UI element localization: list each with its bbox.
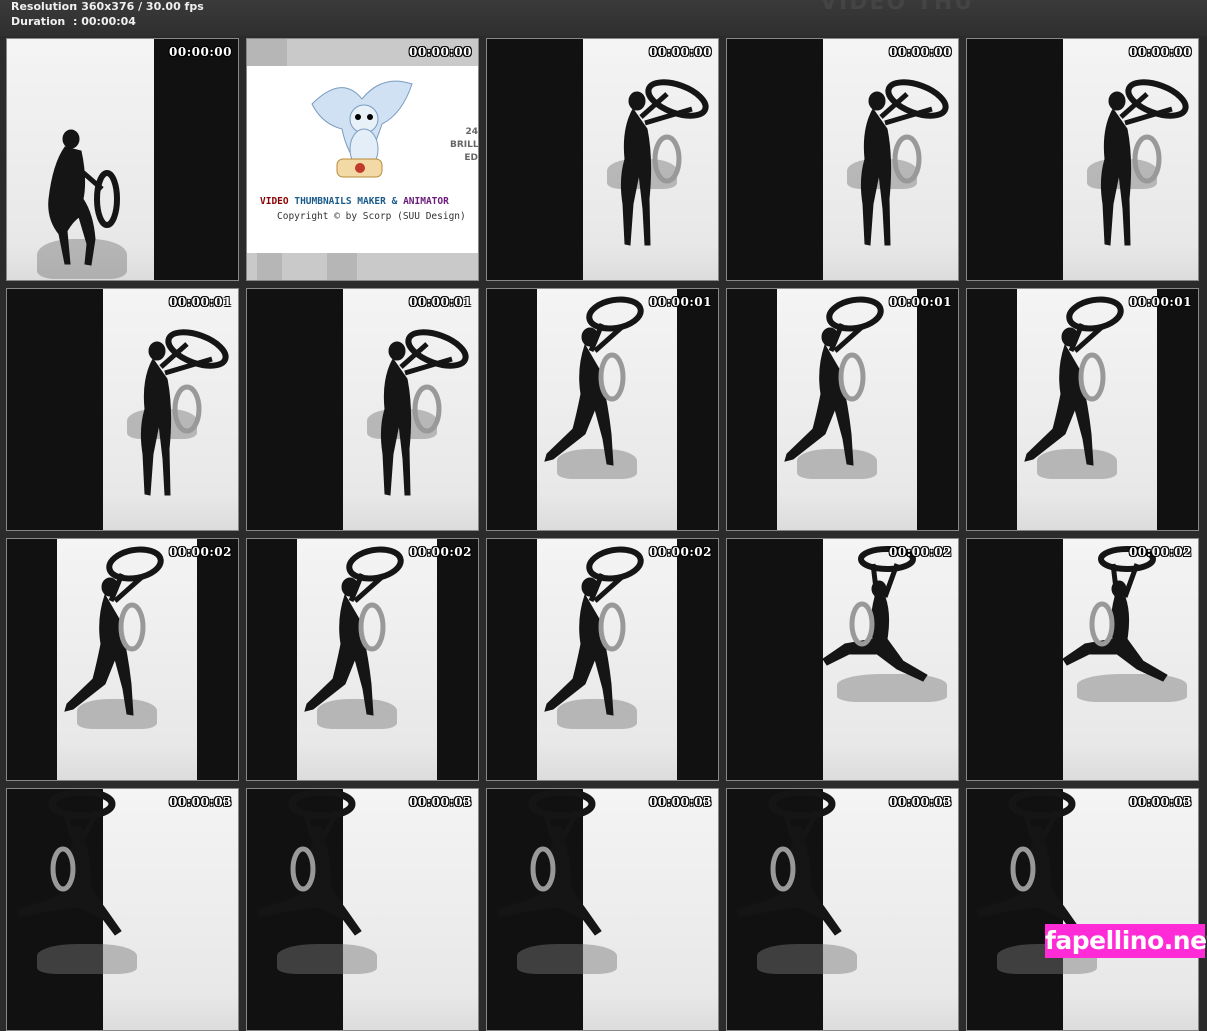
timestamp: 00:00:03 [1129,795,1192,809]
video-thumbnail: 00:00:02 [726,538,959,781]
figure-silhouette [256,789,362,936]
timestamp: 00:00:03 [649,795,712,809]
deco-tile [327,253,357,280]
figure-silhouette [496,789,602,936]
promo-thumbnail: 24 BRILL ED VIDEO THUMBNAILS MAKER & ANIMA… [246,38,479,281]
video-thumbnail: 00:00:00 [966,38,1199,281]
video-thumbnail: 00:00:01 [246,288,479,531]
promo-title-animator: ANIMATOR [403,196,449,207]
timestamp: 00:00:01 [1129,295,1192,309]
promo-title: VIDEO THUMBNAILS MAKER & ANIMATOR [260,196,449,207]
figure-silhouette [736,789,842,936]
duration-row: Duration: 00:00:04 [11,15,136,28]
timestamp: 00:00:03 [889,795,952,809]
duration-label: Duration [11,15,66,28]
figure-silhouette [48,129,120,266]
figure-silhouette [544,296,644,466]
info-header: Resolution: 360x376 / 30.00 fps Duration… [0,0,1207,36]
figure-silhouette [860,79,949,246]
timestamp: 00:00:03 [169,795,232,809]
figure-silhouette [64,546,164,716]
figure-silhouette [140,329,229,496]
deco-tile [247,39,287,66]
site-badge: fapellino.net [1045,924,1207,958]
figure-silhouette [304,546,404,716]
header-watermark: VIDEO THU [820,0,975,15]
promo-side-text: 24 BRILL ED [450,126,478,165]
promo-title-thumbnails: THUMBNAILS MAKER [294,196,386,207]
figure-silhouette [544,546,644,716]
promo-copyright: Copyright © by Scorp (SUU Design) [277,211,466,222]
figure-silhouette [380,329,469,496]
promo-title-video: VIDEO [260,196,289,207]
video-thumbnail: 00:00:01 [726,288,959,531]
video-thumbnail: 00:00:02 [6,538,239,781]
video-thumbnail: 00:00:03 [6,788,239,1031]
side-line: ED [464,153,478,163]
figure-silhouette [1062,546,1168,682]
resolution-label: Resolution [11,0,78,13]
figure-silhouette [620,79,709,246]
video-thumbnail: 00:00:02 [966,538,1199,781]
video-thumbnail: 00:00:02 [246,538,479,781]
video-thumbnail: 00:00:03 [726,788,959,1031]
resolution-row: Resolution: 360x376 / 30.00 fps [11,0,204,13]
figure-silhouette [822,546,928,682]
figure-silhouette [976,789,1082,936]
timestamp: 00:00:01 [649,295,712,309]
figure-silhouette [16,789,122,936]
side-line: BRILL [450,140,479,150]
timestamp: 00:00:02 [409,545,472,559]
timestamp: 00:00:02 [649,545,712,559]
video-thumbnail: 00:00:01 [6,288,239,531]
timestamp: 00:00:00 [169,45,232,59]
video-thumbnail: 00:00:03 [486,788,719,1031]
video-thumbnail: 00:00:03 [246,788,479,1031]
video-thumbnail: 00:00:02 [486,538,719,781]
video-thumbnail: 00:00:00 [726,38,959,281]
figure-silhouette [1100,79,1189,246]
video-thumbnail: 00:00:03 [966,788,1199,1031]
timestamp: 00:00:01 [889,295,952,309]
video-thumbnail: 00:00:00 [6,38,239,281]
timestamp: 00:00:00 [649,45,712,59]
timestamp: 00:00:02 [169,545,232,559]
timestamp: 00:00:01 [169,295,232,309]
timestamp: 00:00:02 [889,545,952,559]
video-thumbnail: 00:00:00 [486,38,719,281]
promo-panel: 24 BRILL ED VIDEO THUMBNAILS MAKER & ANIMA… [247,66,478,253]
video-thumbnail: 00:00:01 [966,288,1199,531]
resolution-value: 360x376 / 30.00 fps [81,0,204,13]
figure-silhouette [784,296,884,466]
timestamp: 00:00:02 [1129,545,1192,559]
timestamp: 00:00:00 [409,45,472,59]
timestamp: 00:00:00 [1129,45,1192,59]
video-thumbnail: 00:00:01 [486,288,719,531]
side-line: 24 [465,127,478,137]
timestamp: 00:00:00 [889,45,952,59]
duration-value: 00:00:04 [81,15,136,28]
timestamp: 00:00:01 [409,295,472,309]
figure-silhouette [1024,296,1124,466]
timestamp: 00:00:03 [409,795,472,809]
promo-title-amp: & [391,196,398,207]
deco-tile [257,253,282,280]
